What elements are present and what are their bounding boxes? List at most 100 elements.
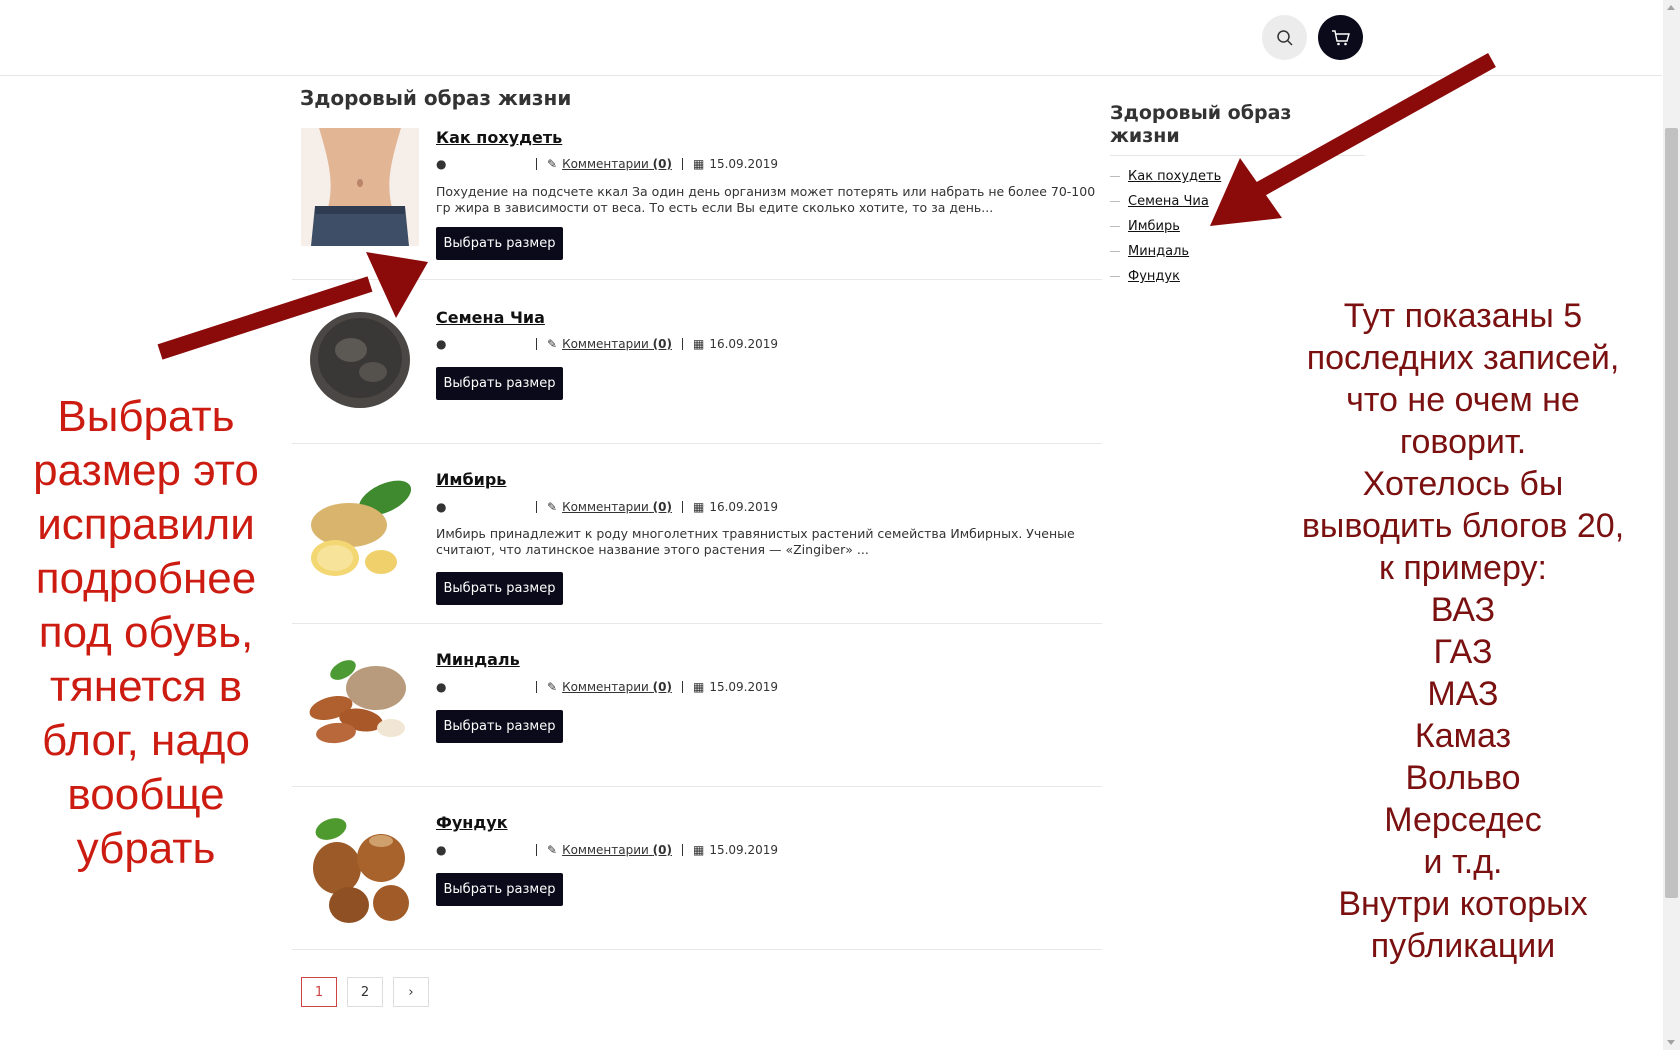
comments-link[interactable]: Комментарии (0) — [562, 680, 672, 694]
blog-post: Как похудеть ● ✎ Комментарии (0) ▦ 15.09… — [292, 122, 1102, 280]
post-title-link[interactable]: Фундук — [436, 813, 508, 832]
next-page-icon[interactable]: › — [393, 977, 429, 1007]
annotation-line: Мерседес — [1384, 801, 1542, 839]
choose-size-button[interactable]: Выбрать размер — [436, 227, 563, 260]
dash-icon — [1110, 276, 1120, 277]
comments-link[interactable]: Комментарии (0) — [562, 157, 672, 171]
user-icon: ● — [436, 157, 447, 171]
calendar-icon: ▦ — [692, 843, 705, 857]
scroll-down-arrow[interactable] — [1667, 1040, 1675, 1045]
blog-post: Имбирь ● ✎ Комментарии (0) ▦ 16.09.2019 … — [292, 444, 1102, 624]
comment-icon: ✎ — [547, 843, 558, 857]
post-meta: ● ✎ Комментарии (0) ▦ 15.09.2019 — [436, 679, 778, 695]
divider — [536, 338, 537, 350]
pagination: 1 2 › — [301, 977, 429, 1007]
sidebar-item[interactable]: Фундук — [1110, 264, 1221, 289]
comment-icon: ✎ — [547, 680, 558, 694]
comments-link[interactable]: Комментарии (0) — [562, 337, 672, 351]
post-thumbnail[interactable] — [301, 470, 419, 588]
post-date: 15.09.2019 — [709, 843, 779, 857]
post-meta: ● ✎ Комментарии (0) ▦ 16.09.2019 — [436, 499, 778, 515]
annotation-line: говорит. — [1399, 423, 1527, 461]
post-title-link[interactable]: Миндаль — [436, 650, 520, 669]
post-excerpt: Похудение на подсчете ккал За один день … — [436, 184, 1096, 215]
blog-post: Миндаль ● ✎ Комментарии (0) ▦ 15.09.2019… — [292, 624, 1102, 787]
post-thumbnail[interactable] — [301, 813, 419, 931]
blog-post: Фундук ● ✎ Комментарии (0) ▦ 15.09.2019 … — [292, 787, 1102, 950]
annotation-left: Выбрать размер это исправили подробнее п… — [33, 392, 259, 873]
divider — [681, 501, 683, 513]
almonds-image — [301, 648, 419, 766]
post-title-link[interactable]: Имбирь — [436, 470, 506, 489]
scroll-thumb[interactable] — [1665, 128, 1678, 898]
post-date: 16.09.2019 — [709, 337, 779, 351]
annotation-line: к примеру: — [1379, 549, 1547, 587]
post-date: 15.09.2019 — [709, 157, 779, 171]
divider — [681, 338, 683, 350]
page-link-1[interactable]: 1 — [301, 977, 337, 1007]
post-date: 15.09.2019 — [709, 680, 779, 694]
annotation-line: что не очем не — [1346, 381, 1580, 419]
page-scrollbar[interactable] — [1663, 0, 1680, 1050]
dash-icon — [1110, 251, 1120, 252]
post-meta: ● ✎ Комментарии (0) ▦ 15.09.2019 — [436, 842, 778, 858]
annotation-line: ВАЗ — [1430, 591, 1496, 629]
divider — [681, 681, 683, 693]
post-meta: ● ✎ Комментарии (0) ▦ 15.09.2019 — [436, 156, 778, 172]
ginger-image — [301, 470, 419, 588]
annotation-line: и т.д. — [1423, 843, 1503, 881]
site-header — [0, 0, 1662, 76]
comment-icon: ✎ — [547, 500, 558, 514]
comments-link[interactable]: Комментарии (0) — [562, 843, 672, 857]
user-icon: ● — [436, 500, 447, 514]
scroll-up-arrow[interactable] — [1667, 5, 1675, 10]
sidebar-item[interactable]: Миндаль — [1110, 239, 1221, 264]
cart-button[interactable] — [1318, 15, 1363, 60]
sidebar-recent-posts: Как похудеть Семена Чиа Имбирь Миндаль Ф… — [1110, 164, 1221, 289]
page-title: Здоровый образ жизни — [300, 86, 572, 110]
sidebar-item[interactable]: Как похудеть — [1110, 164, 1221, 189]
user-icon: ● — [436, 337, 447, 351]
annotation-line: МАЗ — [1427, 675, 1499, 713]
sidebar-item[interactable]: Имбирь — [1110, 214, 1221, 239]
cart-icon — [1331, 29, 1350, 45]
dash-icon — [1110, 226, 1120, 227]
calendar-icon: ▦ — [692, 500, 705, 514]
search-icon — [1276, 29, 1293, 46]
post-meta: ● ✎ Комментарии (0) ▦ 16.09.2019 — [436, 336, 778, 352]
choose-size-button[interactable]: Выбрать размер — [436, 367, 563, 400]
divider — [681, 844, 683, 856]
calendar-icon: ▦ — [692, 337, 705, 351]
post-title-link[interactable]: Семена Чиа — [436, 308, 545, 327]
annotation-line: Вольво — [1405, 759, 1521, 797]
comment-icon: ✎ — [547, 337, 558, 351]
search-button[interactable] — [1262, 15, 1307, 60]
calendar-icon: ▦ — [692, 680, 705, 694]
choose-size-button[interactable]: Выбрать размер — [436, 710, 563, 743]
post-thumbnail[interactable] — [301, 300, 419, 418]
divider — [681, 158, 683, 170]
sidebar-item[interactable]: Семена Чиа — [1110, 189, 1221, 214]
blog-post: Семена Чиа ● ✎ Комментарии (0) ▦ 16.09.2… — [292, 280, 1102, 444]
user-icon: ● — [436, 843, 447, 857]
annotation-line: Хотелось бы — [1362, 465, 1564, 503]
sidebar-divider — [1110, 155, 1365, 156]
choose-size-button[interactable]: Выбрать размер — [436, 873, 563, 906]
comment-icon: ✎ — [547, 157, 558, 171]
post-thumbnail[interactable] — [301, 648, 419, 766]
post-excerpt: Имбирь принадлежит к роду многолетних тр… — [436, 526, 1075, 557]
post-title-link[interactable]: Как похудеть — [436, 128, 562, 147]
post-date: 16.09.2019 — [709, 500, 779, 514]
comments-link[interactable]: Комментарии (0) — [562, 500, 672, 514]
choose-size-button[interactable]: Выбрать размер — [436, 572, 563, 605]
post-thumbnail[interactable] — [301, 128, 419, 246]
divider — [536, 158, 537, 170]
sidebar-title: Здоровый образ жизни — [1110, 102, 1292, 147]
user-icon: ● — [436, 680, 447, 694]
divider — [536, 501, 537, 513]
annotation-line: Камаз — [1414, 717, 1512, 755]
page-link-2[interactable]: 2 — [347, 977, 383, 1007]
annotation-line: выводить блогов 20, — [1301, 507, 1625, 545]
annotation-line: публикации — [1370, 927, 1556, 965]
chia-seeds-image — [301, 300, 419, 418]
